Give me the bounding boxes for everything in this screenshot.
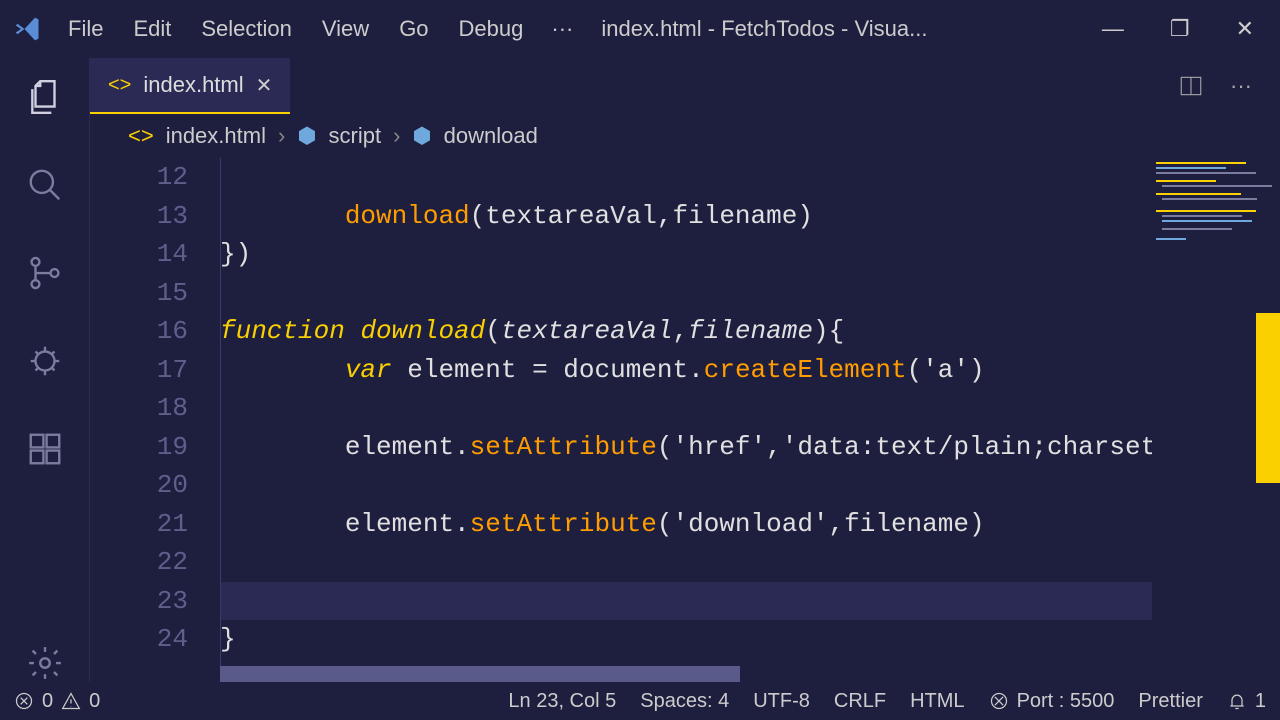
html-file-icon: <> — [108, 74, 131, 97]
line-gutter: 12131415161718192021222324 — [90, 158, 220, 682]
menu-selection[interactable]: Selection — [201, 16, 292, 42]
tab-label: index.html — [143, 72, 243, 98]
live-server-status[interactable]: Port : 5500 — [989, 690, 1115, 713]
code-area[interactable]: download(textareaVal,filename)}) functio… — [220, 158, 1280, 682]
code-line[interactable]: download(textareaVal,filename) — [220, 197, 1280, 236]
tab-close-button[interactable]: ✕ — [256, 73, 273, 98]
menubar: File Edit Selection View Go Debug — [68, 16, 523, 42]
indentation-status[interactable]: Spaces: 4 — [640, 690, 729, 713]
code-line[interactable]: function download(textareaVal,filename){ — [220, 312, 1280, 351]
tab-bar: <> index.html ✕ ··· — [90, 58, 1280, 114]
status-bar: 0 0 Ln 23, Col 5 Spaces: 4 UTF-8 CRLF HT… — [0, 682, 1280, 720]
minimize-button[interactable]: — — [1102, 16, 1124, 42]
menu-view[interactable]: View — [322, 16, 369, 42]
split-editor-icon[interactable] — [1178, 73, 1204, 99]
eol-status[interactable]: CRLF — [834, 690, 886, 713]
search-icon[interactable] — [26, 166, 64, 204]
extensions-icon[interactable] — [26, 430, 64, 468]
code-line[interactable] — [220, 158, 1280, 197]
symbol-icon: ⬢ — [297, 123, 316, 149]
breadcrumb[interactable]: <> index.html › ⬢ script › ⬢ download — [90, 114, 1280, 158]
chevron-right-icon: › — [278, 123, 285, 149]
code-line[interactable] — [220, 274, 1280, 313]
code-line[interactable]: element.setAttribute('href','data:text/p… — [220, 428, 1280, 467]
menu-file[interactable]: File — [68, 16, 103, 42]
formatter-status[interactable]: Prettier — [1138, 690, 1202, 713]
tab-index-html[interactable]: <> index.html ✕ — [90, 58, 290, 114]
code-line[interactable]: var element = document.createElement('a'… — [220, 351, 1280, 390]
encoding-status[interactable]: UTF-8 — [753, 690, 810, 713]
close-button[interactable]: ✕ — [1236, 16, 1254, 42]
symbol-icon: ⬢ — [412, 123, 431, 149]
language-status[interactable]: HTML — [910, 690, 964, 713]
titlebar: File Edit Selection View Go Debug ··· index.h… — [0, 0, 1280, 58]
window-title: index.html - FetchTodos - Visua... — [601, 16, 1101, 42]
menu-debug[interactable]: Debug — [459, 16, 524, 42]
explorer-icon[interactable] — [26, 78, 64, 116]
chevron-right-icon: › — [393, 123, 400, 149]
activity-bar — [0, 58, 90, 682]
problems-status[interactable]: 0 0 — [14, 690, 100, 713]
source-control-icon[interactable] — [26, 254, 64, 292]
code-line[interactable] — [220, 389, 1280, 428]
html-file-icon: <> — [128, 123, 154, 149]
menu-go[interactable]: Go — [399, 16, 428, 42]
code-line[interactable]: }) — [220, 235, 1280, 274]
scroll-marker — [1256, 313, 1280, 483]
maximize-button[interactable]: ❐ — [1170, 16, 1190, 42]
cursor-position[interactable]: Ln 23, Col 5 — [508, 690, 616, 713]
code-line[interactable]: } — [220, 620, 1280, 659]
vscode-logo — [8, 9, 48, 49]
menu-overflow[interactable]: ··· — [551, 16, 573, 42]
editor[interactable]: 12131415161718192021222324 download(text… — [90, 158, 1280, 682]
code-line[interactable] — [220, 543, 1280, 582]
notifications-status[interactable]: 1 — [1227, 690, 1266, 713]
code-line[interactable]: element.setAttribute('download',filename… — [220, 505, 1280, 544]
debug-icon[interactable] — [26, 342, 64, 380]
code-line[interactable] — [220, 466, 1280, 505]
horizontal-scrollbar[interactable] — [220, 666, 740, 682]
menu-edit[interactable]: Edit — [133, 16, 171, 42]
more-actions-icon[interactable]: ··· — [1230, 73, 1252, 99]
settings-icon[interactable] — [26, 644, 64, 682]
